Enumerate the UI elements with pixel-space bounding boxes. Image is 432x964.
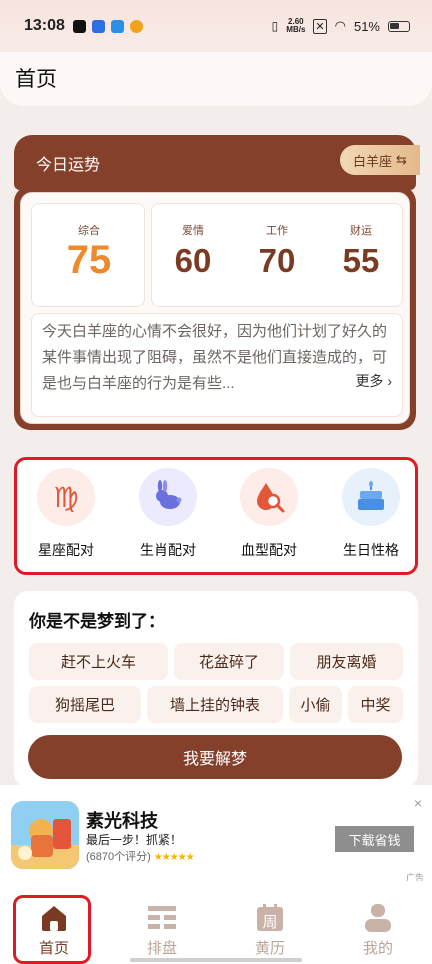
close-icon[interactable]: ×	[414, 795, 422, 811]
chart-grid-icon	[147, 903, 177, 933]
user-icon	[363, 903, 393, 933]
ad-subtitle: 最后一步！抓紧！	[86, 833, 183, 847]
tab-label: 黄历	[254, 940, 285, 957]
tab-label: 我的	[362, 940, 393, 957]
quick-tools: ♍ 星座配对 生肖配对 血型配对 生日性格	[14, 457, 418, 575]
score-love: 爱情 60	[158, 222, 228, 280]
switch-icon: ⇆	[396, 152, 407, 167]
fortune-inner: 综合 75 爱情 60 工作 70 财运 55 今天白羊座的心情不会很好，因为他…	[20, 192, 410, 424]
overall-score-box: 综合 75	[31, 203, 145, 307]
tool-label: 生肖配对	[140, 542, 196, 558]
score-value: 55	[342, 242, 380, 279]
network-speed: 2.60 MB/s	[286, 17, 306, 34]
dream-card: 你是不是梦到了： 赶不上火车 花盆碎了 朋友离婚 狗摇尾巴 墙上挂的钟表 小偷 …	[14, 591, 418, 787]
tool-label: 血型配对	[241, 542, 297, 558]
fortune-header: 今日运势 白羊座 ⇆	[14, 135, 420, 190]
blood-drop-search-icon	[240, 468, 298, 526]
dream-chip[interactable]: 朋友离婚	[290, 643, 403, 680]
tab-almanac[interactable]: 周 黄历	[231, 889, 309, 958]
more-link[interactable]: 更多 ›	[349, 368, 392, 394]
tab-home-highlight	[13, 895, 91, 964]
title-bar: 首页	[0, 52, 432, 106]
tool-zodiac-animal-match[interactable]: 生肖配对	[128, 468, 208, 560]
app-notification-icon	[91, 19, 105, 33]
dream-chip[interactable]: 中奖	[348, 686, 403, 723]
page-title: 首页	[15, 68, 57, 91]
dream-chip[interactable]: 墙上挂的钟表	[147, 686, 283, 723]
battery-icon	[388, 20, 410, 32]
tool-label: 星座配对	[38, 542, 94, 558]
score-value: 70	[258, 242, 296, 279]
score-value: 75	[66, 238, 112, 282]
fortune-title: 今日运势	[36, 157, 101, 174]
battery-level: 51%	[353, 18, 380, 34]
score-label: 爱情	[182, 225, 204, 237]
tool-label: 生日性格	[343, 542, 399, 558]
ad-download-button[interactable]: 下载省钱	[335, 826, 414, 852]
notification-icons	[72, 19, 143, 33]
dream-chip[interactable]: 狗摇尾巴	[29, 686, 141, 723]
weibo-icon	[129, 19, 143, 33]
app-notification-icon	[110, 19, 124, 33]
interpret-dream-button[interactable]: 我要解梦	[28, 735, 402, 779]
star-rating-icon: ★★★★★	[153, 852, 195, 863]
birthday-cake-icon	[342, 468, 400, 526]
svg-text:周: 周	[262, 913, 277, 931]
dream-chip[interactable]: 赶不上火车	[29, 643, 168, 680]
score-value: 60	[174, 242, 212, 279]
fortune-description-text: 今天白羊座的心情不会很好，因为他们计划了好久的某件事情出现了阻碍，虽然不是他们直…	[42, 323, 388, 392]
tool-birthday-personality[interactable]: 生日性格	[331, 468, 411, 560]
calendar-week-icon: 周	[255, 903, 285, 933]
ad-image	[11, 801, 79, 869]
wifi-icon: ◠	[334, 18, 346, 33]
status-time: 13:08	[24, 17, 65, 34]
fortune-card[interactable]: 综合 75 爱情 60 工作 70 财运 55 今天白羊座的心情不会很好，因为他…	[14, 186, 416, 430]
ad-title: 素光科技	[86, 811, 158, 831]
tab-label: 排盘	[146, 940, 177, 957]
score-label: 综合	[78, 225, 100, 237]
tab-chart[interactable]: 排盘	[123, 889, 201, 958]
dream-chip[interactable]: 花盆碎了	[174, 643, 284, 680]
zodiac-switch-button[interactable]: 白羊座 ⇆	[340, 145, 420, 175]
status-bar: 13:08 ▯ 2.60 MB/s ✕ ◠ 51%	[0, 0, 432, 52]
ad-banner[interactable]: 素光科技 最后一步！抓紧！ (6870个评分) ★★★★★ 下载省钱 × 广告	[0, 785, 432, 883]
no-sim-icon: ✕	[313, 18, 327, 34]
ad-rating-count: (6870个评分)	[86, 851, 151, 863]
score-label: 工作	[266, 225, 288, 237]
svg-text:♍: ♍	[53, 481, 78, 514]
rabbit-icon	[139, 468, 197, 526]
tiktok-icon	[72, 19, 86, 33]
tab-profile[interactable]: 我的	[339, 889, 417, 958]
ad-rating: (6870个评分) ★★★★★	[86, 848, 195, 864]
sub-scores-box: 爱情 60 工作 70 财运 55	[151, 203, 403, 307]
score-wealth: 财运 55	[326, 222, 396, 280]
gesture-bar[interactable]	[130, 958, 302, 962]
fortune-description: 今天白羊座的心情不会很好，因为他们计划了好久的某件事情出现了阻碍，虽然不是他们直…	[31, 313, 403, 417]
dream-title: 你是不是梦到了：	[29, 612, 165, 631]
vibrate-icon: ▯	[271, 19, 279, 33]
zodiac-name: 白羊座	[353, 153, 393, 169]
dream-chip[interactable]: 小偷	[289, 686, 342, 723]
tool-blood-type-match[interactable]: 血型配对	[229, 468, 309, 560]
tool-zodiac-match[interactable]: ♍ 星座配对	[26, 468, 106, 560]
score-work: 工作 70	[242, 222, 312, 280]
score-overall: 综合 75	[54, 222, 124, 283]
score-label: 财运	[350, 225, 372, 237]
virgo-sign-icon: ♍	[37, 468, 95, 526]
